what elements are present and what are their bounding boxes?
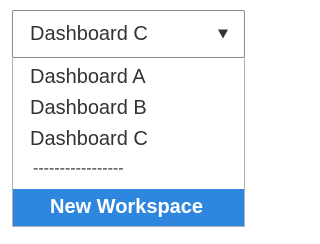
select-value: Dashboard C	[30, 22, 148, 45]
menu-item-new-workspace[interactable]: New Workspace	[13, 189, 244, 226]
menu-divider: -----------------	[33, 160, 124, 177]
menu-item-dashboard-b[interactable]: Dashboard B	[13, 93, 244, 124]
dashboard-select[interactable]: Dashboard C	[12, 10, 245, 58]
menu-item-dashboard-a[interactable]: Dashboard A	[13, 62, 244, 93]
dropdown-menu: Dashboard A Dashboard B Dashboard C ----…	[12, 58, 245, 227]
chevron-down-icon[interactable]	[218, 29, 228, 39]
dashboard-dropdown[interactable]: Dashboard C Dashboard A Dashboard B Dash…	[12, 10, 245, 227]
menu-item-dashboard-c[interactable]: Dashboard C	[13, 124, 244, 155]
